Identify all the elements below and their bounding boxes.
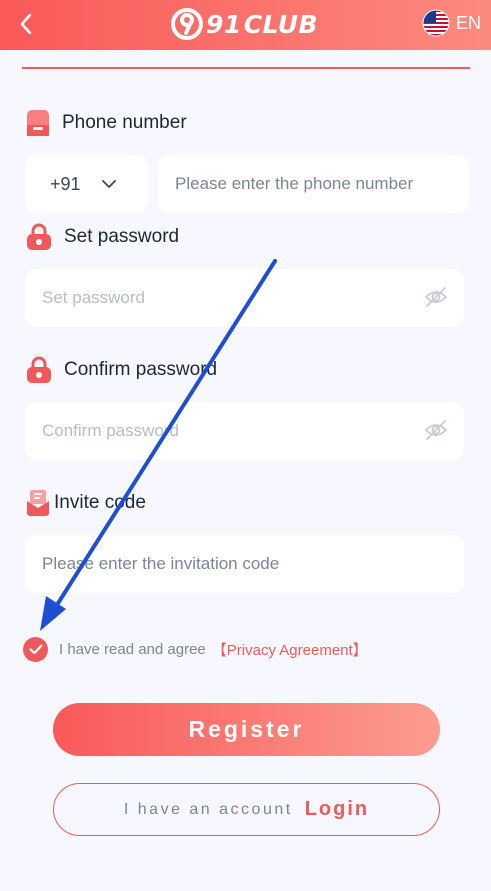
invite-code-label: Invite code <box>26 488 146 518</box>
checkmark-icon <box>28 643 43 654</box>
back-button[interactable] <box>12 10 40 38</box>
chevron-left-icon <box>20 13 32 35</box>
confirm-password-input[interactable]: Confirm password <box>25 402 464 460</box>
confirm-password-label: Confirm password <box>26 355 217 385</box>
language-label: EN <box>455 12 481 33</box>
set-password-placeholder: Set password <box>42 288 145 307</box>
invite-icon <box>27 490 49 516</box>
club-logo: 91 CLUB <box>170 4 318 44</box>
lock-icon <box>27 356 51 383</box>
us-flag-icon <box>422 9 450 37</box>
header-divider <box>22 67 470 69</box>
invite-code-input[interactable]: Please enter the invitation code <box>25 535 464 593</box>
country-code-value: +91 <box>50 173 81 194</box>
invite-code-placeholder: Please enter the invitation code <box>42 554 280 573</box>
logo-number: 91 <box>206 9 242 39</box>
login-button[interactable]: I have an account Login <box>53 783 440 836</box>
agreement-row: I have read and agree 【Privacy Agreement… <box>23 636 368 662</box>
set-password-input[interactable]: Set password <box>25 269 464 327</box>
register-button[interactable]: Register <box>53 703 440 756</box>
phone-icon <box>27 110 49 136</box>
eye-closed-icon[interactable] <box>424 286 448 308</box>
country-code-select[interactable]: +91 <box>25 155 148 213</box>
eye-closed-icon[interactable] <box>424 419 448 441</box>
set-password-label: Set password <box>26 222 179 252</box>
confirm-password-placeholder: Confirm password <box>42 421 179 440</box>
agreement-text: I have read and agree <box>59 640 206 658</box>
phone-placeholder: Please enter the phone number <box>175 174 414 193</box>
logo-text: CLUB <box>243 9 319 39</box>
logo-mark-icon <box>171 8 203 40</box>
lock-icon <box>27 223 51 250</box>
app-header: 91 CLUB EN <box>0 0 491 50</box>
phone-label: Phone number <box>26 108 187 138</box>
privacy-agreement-link[interactable]: 【Privacy Agreement】 <box>212 639 368 660</box>
agreement-checkbox[interactable] <box>23 636 48 662</box>
phone-input[interactable]: Please enter the phone number <box>158 155 469 213</box>
login-link[interactable]: Login <box>305 798 369 821</box>
language-selector[interactable]: EN <box>422 8 481 38</box>
chevron-down-icon <box>101 180 116 188</box>
have-account-text: I have an account <box>123 800 293 818</box>
